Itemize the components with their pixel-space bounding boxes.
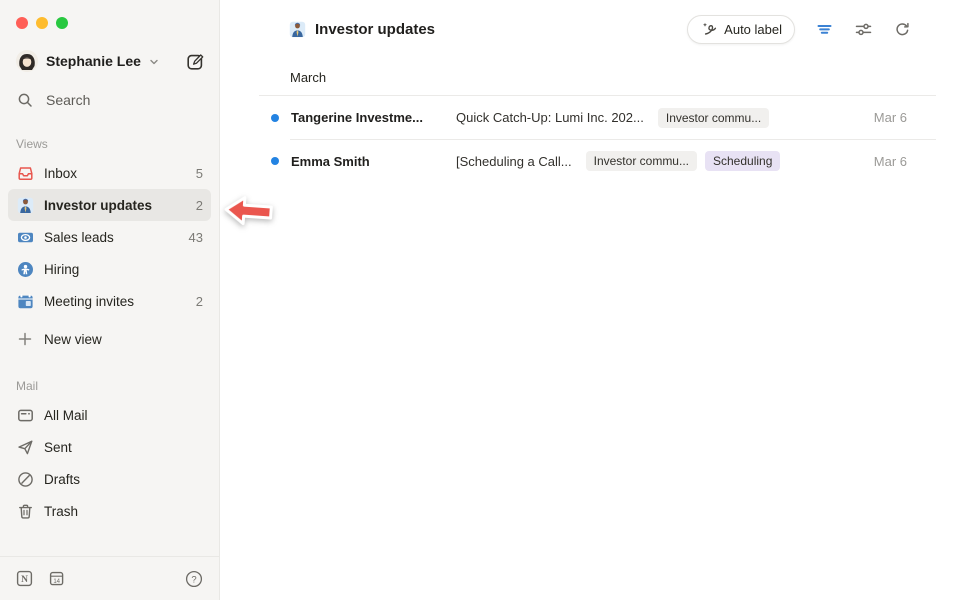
tag-scheduling[interactable]: Scheduling (705, 151, 780, 171)
footer-right-icons: ? (185, 570, 203, 588)
sidebar-item-trash[interactable]: Trash (8, 495, 211, 527)
filter-icon[interactable] (814, 19, 834, 39)
window-minimize-button[interactable] (36, 17, 48, 29)
svg-text:?: ? (191, 574, 196, 585)
sidebar-item-label: Investor updates (44, 198, 152, 213)
sidebar-item-label: Meeting invites (44, 294, 134, 309)
app-window: Stephanie Lee Search Views Inbox 5 Investor… (0, 0, 960, 600)
avatar (16, 50, 38, 72)
count-badge: 43 (189, 230, 203, 245)
count-badge: 2 (196, 294, 203, 309)
investor-icon (16, 196, 34, 214)
plus-icon (16, 330, 34, 348)
sidebar-item-sent[interactable]: Sent (8, 431, 211, 463)
chevron-down-icon (149, 57, 159, 67)
main-header: Investor updates Auto label (221, 0, 960, 48)
person-icon (16, 260, 34, 278)
sliders-icon[interactable] (853, 19, 873, 39)
sidebar-item-label: Sent (44, 440, 72, 455)
sidebar-item-inbox[interactable]: Inbox 5 (8, 157, 211, 189)
sidebar-item-all-mail[interactable]: All Mail (8, 399, 211, 431)
drafts-icon (16, 470, 34, 488)
email-tags: Investor commu... Scheduling (586, 151, 781, 171)
sidebar-item-drafts[interactable]: Drafts (8, 463, 211, 495)
sidebar-item-hiring[interactable]: Hiring (8, 253, 211, 285)
auto-label-icon (700, 20, 718, 38)
sidebar-item-new-view[interactable]: New view (8, 323, 211, 355)
sidebar-item-meeting-invites[interactable]: Meeting invites 2 (8, 285, 211, 317)
sidebar-item-investor-updates[interactable]: Investor updates 2 (8, 189, 211, 221)
sidebar-item-label: Drafts (44, 472, 80, 487)
money-icon (16, 228, 34, 246)
email-subject: Quick Catch-Up: Lumi Inc. 202... (456, 110, 644, 125)
sidebar-item-label: New view (44, 332, 102, 347)
unread-dot-icon (271, 114, 279, 122)
window-zoom-button[interactable] (56, 17, 68, 29)
email-sender: Tangerine Investme... (291, 110, 443, 125)
count-badge: 2 (196, 198, 203, 213)
profile-name: Stephanie Lee (46, 53, 141, 69)
auto-label-button-label: Auto label (724, 22, 782, 37)
search-icon (16, 91, 34, 109)
sidebar-sections: Views Inbox 5 Investor updates 2 Sales leads 4… (0, 113, 219, 527)
header-controls: Auto label (687, 15, 912, 44)
email-row[interactable]: Emma Smith [Scheduling a Call... Investor … (221, 140, 960, 184)
calendar-icon (16, 292, 34, 310)
sidebar-item-label: Hiring (44, 262, 79, 277)
sidebar-item-label: All Mail (44, 408, 88, 423)
search-button[interactable]: Search (0, 87, 219, 113)
sidebar-item-label: Inbox (44, 166, 77, 181)
sidebar: Stephanie Lee Search Views Inbox 5 Investor… (0, 0, 220, 600)
unread-dot-icon (271, 157, 279, 165)
trash-icon (16, 502, 34, 520)
email-list: Tangerine Investme... Quick Catch-Up: Lum… (221, 96, 960, 183)
auto-label-button[interactable]: Auto label (687, 15, 795, 44)
page-title: Investor updates (315, 21, 435, 38)
email-sender: Emma Smith (291, 154, 443, 169)
notion-icon[interactable]: N (16, 570, 33, 587)
all-mail-icon (16, 406, 34, 424)
footer-left-icons: N 14 (16, 570, 65, 587)
refresh-icon[interactable] (892, 19, 912, 39)
sidebar-footer: N 14 ? (0, 556, 219, 600)
main-panel: Investor updates Auto label March Tanger… (221, 0, 960, 600)
email-date: Mar 6 (874, 110, 936, 125)
compose-button[interactable] (186, 52, 205, 71)
email-row[interactable]: Tangerine Investme... Quick Catch-Up: Lum… (221, 96, 960, 140)
account-switcher[interactable]: Stephanie Lee (0, 48, 219, 74)
window-controls (0, 0, 219, 29)
sent-icon (16, 438, 34, 456)
count-badge: 5 (196, 166, 203, 181)
view-title-group: Investor updates (288, 20, 435, 38)
sidebar-item-sales-leads[interactable]: Sales leads 43 (8, 221, 211, 253)
sidebar-item-label: Sales leads (44, 230, 114, 245)
svg-text:14: 14 (53, 579, 60, 585)
tag-investor-commu[interactable]: Investor commu... (658, 108, 769, 128)
email-date: Mar 6 (874, 154, 936, 169)
email-tags: Investor commu... (658, 108, 769, 128)
tag-investor-commu[interactable]: Investor commu... (586, 151, 697, 171)
window-close-button[interactable] (16, 17, 28, 29)
investor-updates-icon (288, 20, 306, 38)
search-label: Search (46, 92, 90, 108)
inbox-icon (16, 164, 34, 182)
sidebar-item-label: Trash (44, 504, 78, 519)
calendar-app-icon[interactable]: 14 (48, 570, 65, 587)
list-group-label: March (290, 68, 960, 88)
section-label-views: Views (0, 137, 219, 151)
section-label-mail: Mail (0, 379, 219, 393)
svg-text:N: N (21, 575, 28, 585)
help-icon[interactable]: ? (185, 570, 203, 588)
email-subject: [Scheduling a Call... (456, 154, 572, 169)
